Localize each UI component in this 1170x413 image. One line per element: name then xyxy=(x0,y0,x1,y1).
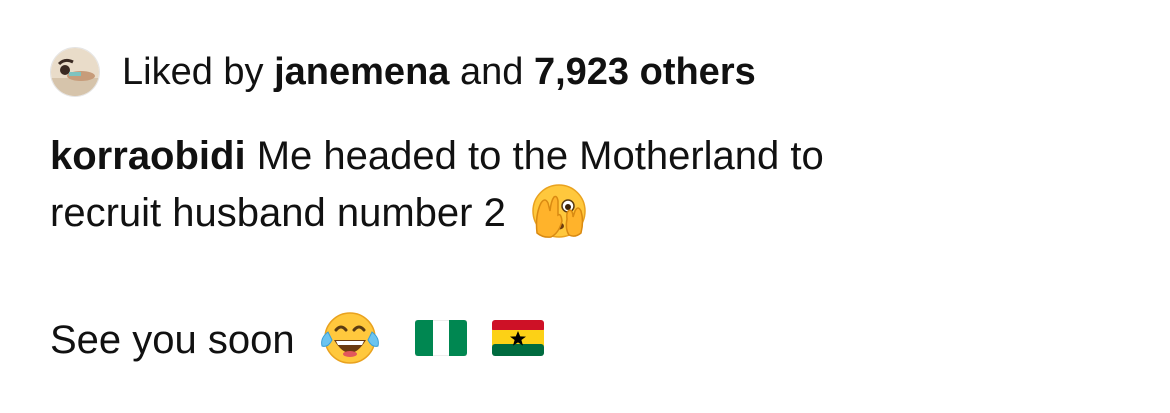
avatar-image-icon xyxy=(51,48,99,96)
likes-count-link[interactable]: 7,923 others xyxy=(534,51,756,93)
caption-text-2: recruit husband number 2 xyxy=(50,191,506,235)
likes-conjunction: and xyxy=(459,51,524,93)
nigeria-flag-icon xyxy=(414,320,467,357)
ghana-flag-icon xyxy=(492,320,545,357)
likes-prefix: Liked by xyxy=(122,51,264,93)
liker-avatar[interactable] xyxy=(50,47,100,97)
caption-text-1: Me headed to the Motherland to xyxy=(256,134,824,178)
caption-line-1: korraobidi Me headed to the Motherland t… xyxy=(50,128,1130,185)
caption-line-3: See you soon xyxy=(50,312,1130,369)
likes-row: Liked by janemena and 7,923 others xyxy=(50,46,756,98)
caption-text-3: See you soon xyxy=(50,318,295,362)
liker-username-link[interactable]: janemena xyxy=(274,51,449,93)
face-with-hand-over-eyes-emoji xyxy=(529,181,589,241)
likes-text: Liked by janemena and 7,923 others xyxy=(122,46,756,98)
face-with-tears-of-joy-emoji xyxy=(318,308,382,368)
caption-line-2: recruit husband number 2 xyxy=(50,184,1130,242)
post-caption: korraobidi Me headed to the Motherland t… xyxy=(50,128,1130,369)
author-username-link[interactable]: korraobidi xyxy=(50,134,246,178)
